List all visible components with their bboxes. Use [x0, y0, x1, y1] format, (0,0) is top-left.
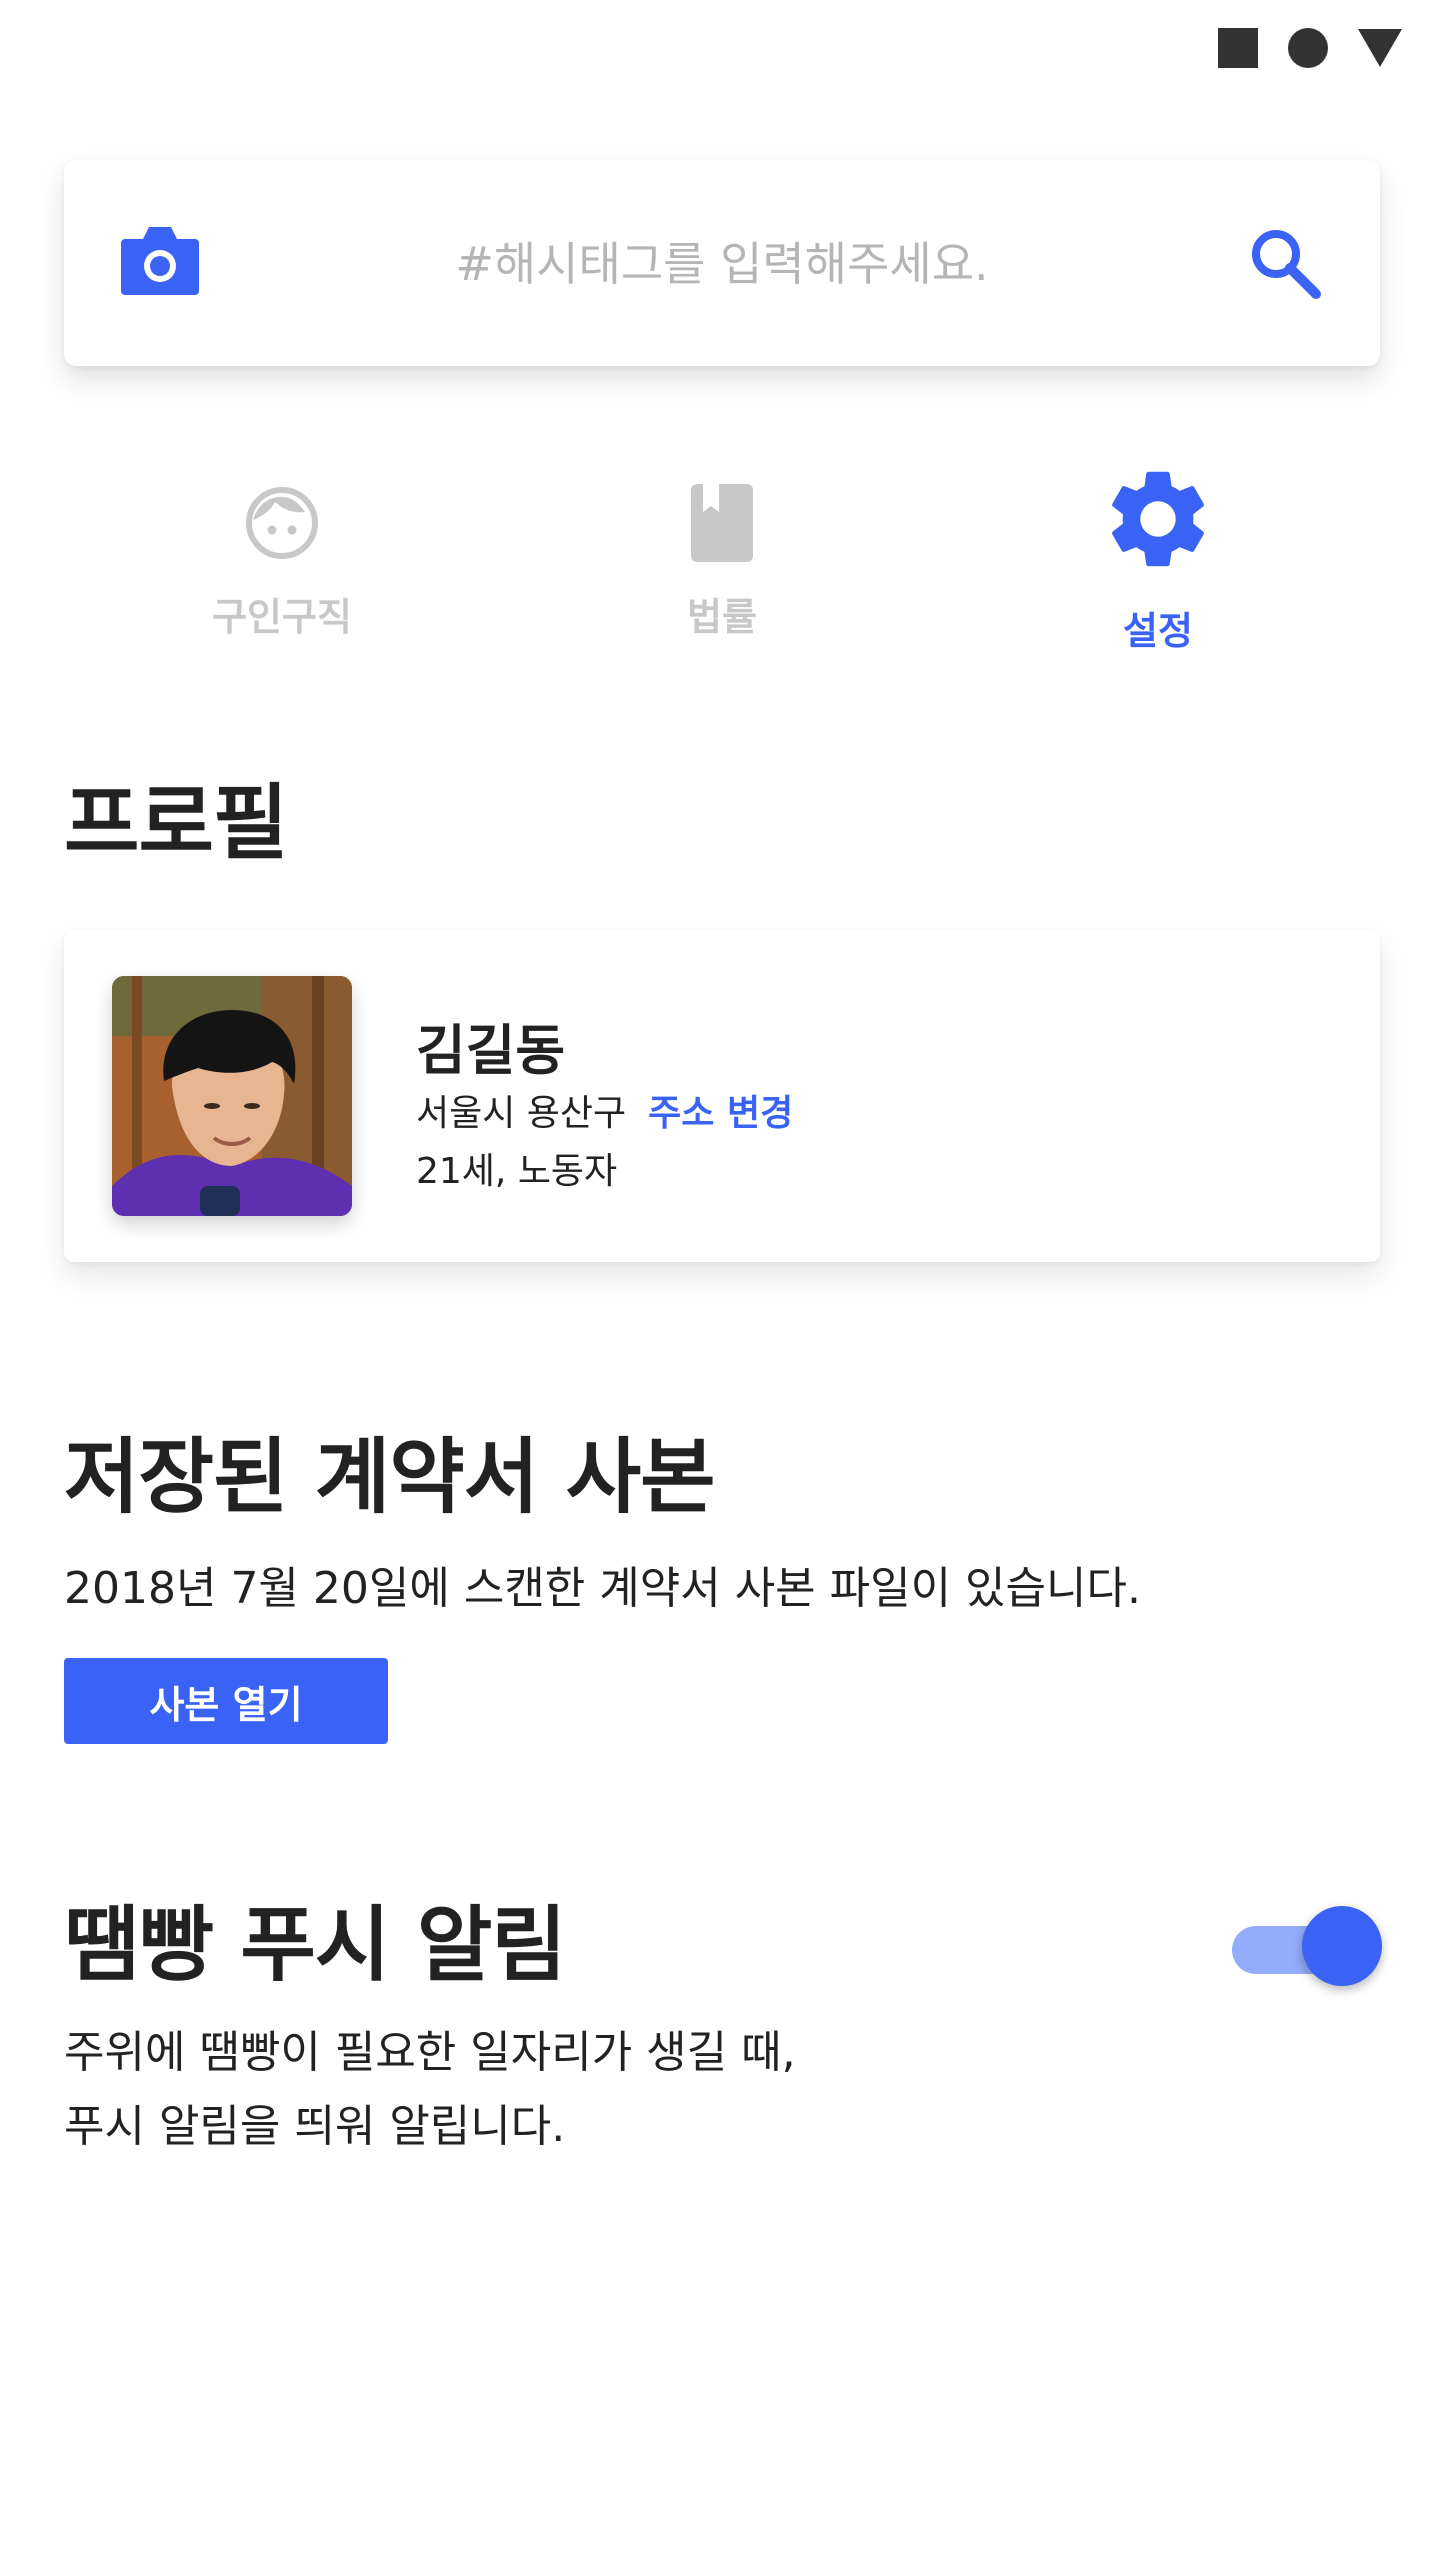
profile-age-occupation: 21세, 노동자 — [416, 1151, 618, 1192]
push-description-line: 푸시 알림을 띄워 알립니다. — [64, 2101, 566, 2152]
profile-address: 서울시 용산구 — [416, 1093, 627, 1134]
book-icon — [689, 478, 755, 568]
push-toggle[interactable] — [1232, 1906, 1382, 1986]
profile-address-row: 서울시 용산구 주소 변경 — [416, 1084, 793, 1136]
status-bar — [1218, 26, 1402, 70]
avatar — [112, 976, 352, 1216]
square-icon — [1218, 28, 1258, 68]
circle-icon — [1288, 28, 1328, 68]
tab-law[interactable]: 법률 — [572, 460, 872, 641]
search-icon — [1252, 230, 1321, 299]
tab-settings[interactable]: 설정 — [1008, 460, 1308, 655]
search-button[interactable] — [1242, 220, 1328, 306]
push-description: 주위에 땜빵이 필요한 일자리가 생길 때, 푸시 알림을 띄워 알립니다. — [64, 2016, 796, 2164]
push-title: 땜빵 푸시 알림 — [64, 1898, 567, 1993]
push-description-line: 주위에 땜빵이 필요한 일자리가 생길 때, — [64, 2027, 796, 2078]
profile-card: 김길동 서울시 용산구 주소 변경 21세, 노동자 — [64, 930, 1380, 1262]
toggle-knob — [1302, 1906, 1382, 1986]
search-bar — [64, 160, 1380, 366]
tab-label: 설정 — [1123, 609, 1193, 653]
profile-title: 프로필 — [64, 776, 288, 871]
open-copy-button[interactable]: 사본 열기 — [64, 1658, 388, 1744]
camera-icon — [121, 227, 199, 295]
nav-tabs: 구인구직 법률 설정 — [0, 460, 1440, 680]
face-icon — [245, 478, 319, 568]
contract-description: 2018년 7월 20일에 스캔한 계약서 사본 파일이 있습니다. — [64, 1563, 1141, 1614]
tab-label: 구인구직 — [212, 595, 352, 639]
profile-name: 김길동 — [416, 1019, 566, 1082]
search-input[interactable] — [264, 220, 1180, 308]
tab-jobs[interactable]: 구인구직 — [132, 460, 432, 641]
change-address-link[interactable]: 주소 변경 — [648, 1084, 793, 1136]
triangle-icon — [1358, 29, 1402, 67]
gear-icon — [1099, 460, 1217, 578]
camera-button[interactable] — [116, 216, 204, 304]
contract-title: 저장된 계약서 사본 — [64, 1430, 716, 1525]
tab-label: 법률 — [687, 595, 757, 639]
